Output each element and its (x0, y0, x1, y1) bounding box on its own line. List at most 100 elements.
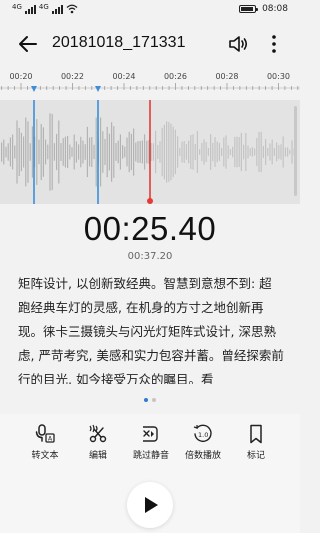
waveform-bar (221, 147, 223, 157)
battery-icon (239, 5, 259, 13)
playhead-handle[interactable] (147, 198, 153, 204)
waveform-bar (45, 139, 47, 165)
waveform-bar (185, 144, 187, 160)
waveform-bar (258, 132, 260, 172)
waveform-bar (278, 145, 280, 159)
edit-button[interactable]: 编辑 (73, 420, 123, 461)
waveform-bar (139, 141, 141, 163)
playback-speed-button[interactable]: 1.0 倍数播放 (178, 420, 228, 461)
waveform-bar (196, 131, 198, 173)
bookmark-icon (250, 424, 262, 444)
timeline-tick-label: 00:26 (164, 72, 187, 81)
waveform-bar (192, 134, 194, 170)
skip-silence-button[interactable]: 跳过静音 (126, 420, 176, 461)
waveform-bar (47, 144, 49, 160)
waveform[interactable] (0, 100, 300, 204)
waveform-bar (188, 140, 190, 164)
waveform-bar (236, 136, 238, 168)
waveform-bar (287, 147, 289, 157)
waveform-bar (240, 132, 242, 172)
toolbar: 20181018_171331 (0, 28, 300, 60)
more-options-button[interactable] (264, 32, 284, 56)
waveform-bar (273, 147, 275, 156)
signal-2-icon (51, 4, 63, 14)
waveform-bar (166, 121, 168, 183)
waveform-bar (9, 137, 11, 167)
svg-text:1.0: 1.0 (198, 431, 208, 439)
waveform-bar (27, 121, 29, 183)
waveform-bar (69, 144, 71, 160)
waveform-bar (163, 124, 165, 180)
action-bar: A 转文本 编辑 跳过静音 1.0 倍数播放 标记 (0, 420, 300, 470)
waveform-bar (84, 144, 86, 160)
waveform-bar (89, 137, 91, 167)
recording-title: 20181018_171331 (52, 34, 186, 51)
bookmark-button[interactable]: 标记 (231, 420, 281, 461)
speech-to-text-label: 转文本 (31, 451, 59, 461)
playback-speed-icon: 1.0 (193, 424, 212, 443)
marker-flag-2[interactable] (95, 86, 101, 92)
page-dot-1 (144, 398, 148, 402)
waveform-bar (249, 148, 251, 156)
waveform-bar (71, 147, 73, 157)
waveform-bar (64, 136, 66, 168)
waveform-bar (280, 144, 282, 160)
speech-to-text-button[interactable]: A 转文本 (20, 420, 70, 461)
waveform-bar (269, 143, 271, 161)
waveform-bar (36, 119, 38, 185)
waveform-bar (16, 120, 18, 184)
waveform-bar (227, 145, 229, 159)
waveform-scrollbar[interactable] (294, 106, 297, 196)
waveform-bar (113, 126, 115, 178)
back-button[interactable] (16, 32, 40, 56)
waveform-bar (254, 148, 256, 156)
waveform-bar (271, 139, 273, 165)
waveform-bar (260, 131, 262, 173)
total-duration: 00:37.20 (127, 251, 173, 262)
waveform-bar (133, 128, 135, 176)
waveform-bar (190, 135, 192, 170)
signal-1-label: 4G (12, 3, 22, 11)
bottom-panel: A 转文本 编辑 跳过静音 1.0 倍数播放 标记 (0, 414, 300, 533)
speaker-button[interactable] (226, 32, 250, 56)
waveform-bar (93, 144, 95, 160)
waveform-bar (276, 142, 278, 162)
waveform-bar (40, 124, 42, 181)
waveform-bar (86, 126, 88, 178)
waveform-bar (251, 147, 253, 157)
waveform-bar (159, 141, 161, 163)
waveform-bar (95, 117, 97, 187)
waveform-bar (75, 141, 77, 163)
waveform-bar (111, 122, 113, 182)
waveform-bar (135, 142, 137, 162)
waveform-bar (179, 148, 181, 156)
waveform-bar (18, 127, 20, 176)
waveform-bar (5, 146, 7, 158)
waveform-bar (216, 141, 218, 163)
marker-flag-1[interactable] (31, 86, 37, 92)
waveform-bar (67, 135, 69, 169)
timeline-tick-label: 00:24 (112, 72, 135, 81)
waveform-bar (106, 126, 108, 178)
waveform-bar (194, 143, 196, 161)
waveform-bar (102, 131, 104, 173)
waveform-bar (172, 126, 174, 178)
waveform-bar (1, 142, 3, 162)
waveform-bar (203, 139, 205, 165)
waveform-bar (256, 138, 258, 166)
waveform-bar (152, 143, 154, 161)
play-button[interactable] (127, 482, 173, 528)
skip-silence-label: 跳过静音 (132, 451, 169, 461)
waveform-bar (161, 127, 163, 177)
marker-flags (31, 86, 101, 92)
waveform-bar (247, 145, 249, 159)
waveform-bar (7, 143, 9, 161)
waveform-bar (168, 122, 170, 182)
back-arrow-icon (19, 36, 37, 52)
waveform-bar (291, 140, 293, 164)
transcript-text[interactable]: 矩阵设计, 以创新致经典。智慧到意想不到: 超跑经典车灯的灵感, 在机身的方寸之… (18, 272, 284, 384)
current-time: 00:25.40 (83, 210, 217, 247)
waveform-bar (122, 145, 124, 159)
timeline-tick-label: 00:20 (9, 72, 32, 81)
more-vertical-icon (272, 35, 276, 53)
